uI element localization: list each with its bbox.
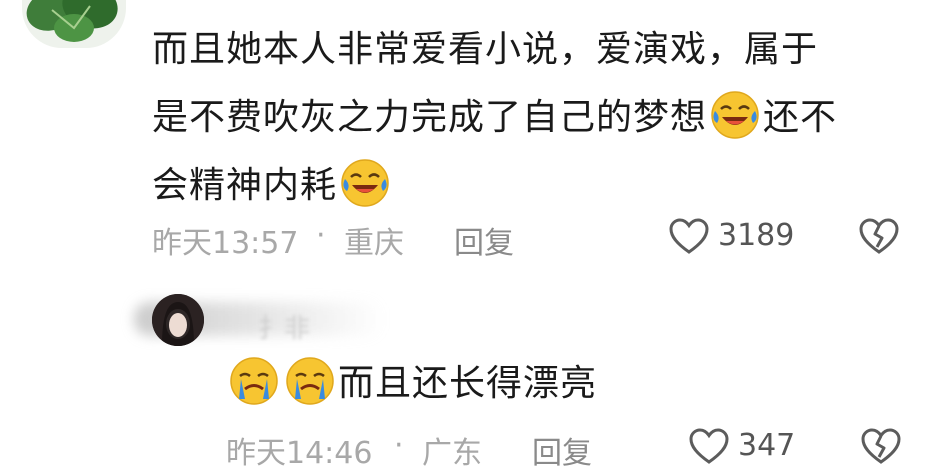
heart-outline-icon[interactable] bbox=[688, 426, 730, 468]
reply-timestamp: 昨天14:46 bbox=[226, 436, 373, 471]
meta-separator: · bbox=[394, 428, 404, 463]
broken-heart-icon[interactable] bbox=[858, 216, 900, 258]
crying-emoji-icon bbox=[286, 357, 334, 405]
comment-timestamp: 昨天13:57 bbox=[152, 226, 299, 261]
commenter-avatar[interactable] bbox=[22, 0, 126, 48]
laugh-cry-emoji-icon bbox=[341, 159, 389, 207]
meta-separator: · bbox=[316, 218, 326, 253]
laugh-cry-emoji-icon bbox=[711, 91, 759, 139]
like-count: 347 bbox=[738, 428, 796, 463]
reply-meta: 昨天14:46 · 广东 回复 347 bbox=[226, 424, 946, 472]
reply-button[interactable]: 回复 bbox=[454, 218, 514, 262]
reply-button[interactable]: 回复 bbox=[532, 428, 592, 472]
plant-leaf-avatar-icon bbox=[22, 0, 126, 48]
comment-line-3-text: 会精神内耗 bbox=[152, 165, 338, 206]
reply-location: 广东 bbox=[422, 436, 482, 471]
reply-avatar[interactable] bbox=[152, 294, 204, 346]
comment-line-3: 会精神内耗 bbox=[152, 152, 912, 220]
comment-meta: 昨天13:57 · 重庆 回复 3189 bbox=[152, 214, 912, 262]
crying-emoji-icon bbox=[230, 357, 278, 405]
comment-line-1: 而且她本人非常爱看小说，爱演戏，属于 bbox=[152, 29, 819, 70]
comment-body: 而且她本人非常爱看小说，爱演戏，属于 是不费吹灰之力完成了自己的梦想 还不 会精… bbox=[152, 16, 912, 220]
heart-outline-icon[interactable] bbox=[668, 216, 710, 258]
comment-thread: 而且她本人非常爱看小说，爱演戏，属于 是不费吹灰之力完成了自己的梦想 还不 会精… bbox=[0, 0, 952, 476]
username-hint: 扌非 bbox=[258, 314, 311, 344]
user-photo-avatar-icon bbox=[152, 294, 204, 346]
comment-line-2: 是不费吹灰之力完成了自己的梦想 还不 bbox=[152, 84, 912, 152]
comment-line-2-tail: 还不 bbox=[763, 97, 838, 138]
broken-heart-icon[interactable] bbox=[860, 426, 902, 468]
comment-line-2-text: 是不费吹灰之力完成了自己的梦想 bbox=[152, 97, 708, 138]
reply-text: 而且还长得漂亮 bbox=[338, 363, 598, 404]
reply-body: 而且还长得漂亮 bbox=[226, 354, 926, 414]
like-count: 3189 bbox=[718, 218, 795, 253]
comment-location: 重庆 bbox=[344, 226, 404, 261]
